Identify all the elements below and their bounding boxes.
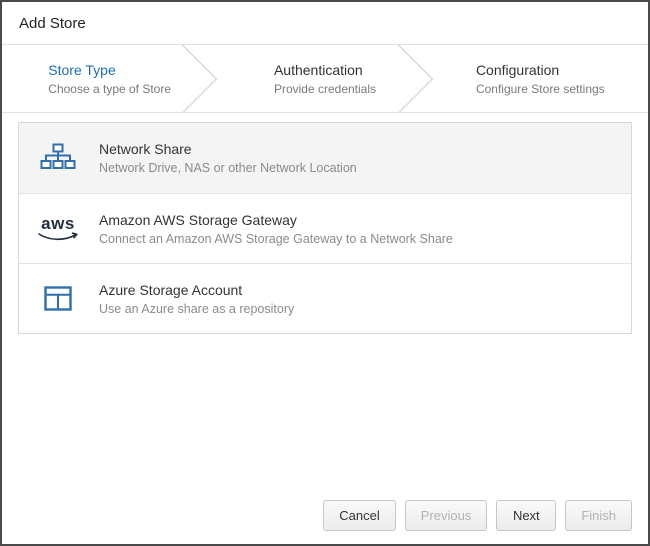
store-type-content: Network Share Network Drive, NAS or othe…: [2, 113, 648, 500]
option-title: Network Share: [99, 141, 357, 157]
store-option-network-share[interactable]: Network Share Network Drive, NAS or othe…: [19, 123, 631, 193]
option-subtitle: Network Drive, NAS or other Network Loca…: [99, 161, 357, 175]
store-option-aws-storage-gateway[interactable]: aws Amazon AWS Storage Gateway Connect a…: [19, 193, 631, 263]
finish-button[interactable]: Finish: [565, 500, 632, 531]
store-option-list: Network Share Network Drive, NAS or othe…: [18, 122, 632, 334]
step-text: Configuration Configure Store settings: [476, 62, 605, 96]
step-authentication[interactable]: Authentication Provide credentials: [217, 45, 432, 112]
option-text: Azure Storage Account Use an Azure share…: [99, 282, 294, 316]
option-subtitle: Connect an Amazon AWS Storage Gateway to…: [99, 232, 453, 246]
option-text: Amazon AWS Storage Gateway Connect an Am…: [99, 212, 453, 246]
azure-storage-icon: [35, 286, 81, 311]
next-button[interactable]: Next: [496, 500, 556, 531]
add-store-dialog: Add Store Store Type Choose a type of St…: [0, 0, 650, 546]
step-sublabel: Choose a type of Store: [48, 82, 171, 96]
dialog-footer: Cancel Previous Next Finish: [2, 500, 648, 544]
option-subtitle: Use an Azure share as a repository: [99, 302, 294, 316]
step-sublabel: Provide credentials: [274, 82, 376, 96]
step-store-type[interactable]: Store Type Choose a type of Store: [2, 45, 217, 112]
network-share-icon: [35, 143, 81, 173]
step-label: Configuration: [476, 62, 605, 78]
store-option-azure-storage-account[interactable]: Azure Storage Account Use an Azure share…: [19, 263, 631, 333]
wizard-steps: Store Type Choose a type of Store Authen…: [2, 44, 648, 113]
step-label: Authentication: [274, 62, 376, 78]
step-text: Authentication Provide credentials: [274, 62, 376, 96]
step-text: Store Type Choose a type of Store: [48, 62, 171, 96]
aws-logo-text: aws: [41, 215, 75, 232]
step-sublabel: Configure Store settings: [476, 82, 605, 96]
step-configuration[interactable]: Configuration Configure Store settings: [433, 45, 648, 112]
cancel-button[interactable]: Cancel: [323, 500, 395, 531]
dialog-title: Add Store: [2, 2, 648, 44]
option-text: Network Share Network Drive, NAS or othe…: [99, 141, 357, 175]
aws-logo-icon: aws: [35, 215, 81, 243]
step-label: Store Type: [48, 62, 171, 78]
option-title: Amazon AWS Storage Gateway: [99, 212, 453, 228]
option-title: Azure Storage Account: [99, 282, 294, 298]
previous-button[interactable]: Previous: [405, 500, 488, 531]
